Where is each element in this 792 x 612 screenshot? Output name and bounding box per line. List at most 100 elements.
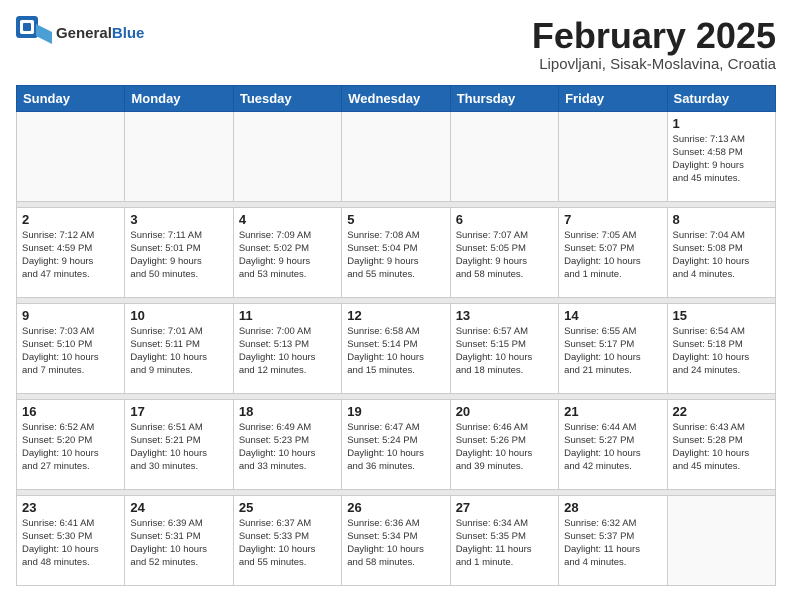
title-section: February 2025 Lipovljani, Sisak-Moslavin… <box>532 16 776 73</box>
day-number: 4 <box>239 212 336 227</box>
day-info: Sunrise: 7:01 AM Sunset: 5:11 PM Dayligh… <box>130 325 227 378</box>
day-info: Sunrise: 7:11 AM Sunset: 5:01 PM Dayligh… <box>130 229 227 282</box>
day-header-tuesday: Tuesday <box>233 85 341 111</box>
calendar-day-cell: 17 Sunrise: 6:51 AM Sunset: 5:21 PM Dayli… <box>125 399 233 489</box>
day-info: Sunrise: 6:58 AM Sunset: 5:14 PM Dayligh… <box>347 325 444 378</box>
day-header-thursday: Thursday <box>450 85 558 111</box>
day-header-wednesday: Wednesday <box>342 85 450 111</box>
day-number: 18 <box>239 404 336 419</box>
calendar-day-cell: 18 Sunrise: 6:49 AM Sunset: 5:23 PM Dayli… <box>233 399 341 489</box>
day-number: 20 <box>456 404 553 419</box>
day-header-sunday: Sunday <box>17 85 125 111</box>
calendar-day-cell: 19 Sunrise: 6:47 AM Sunset: 5:24 PM Dayli… <box>342 399 450 489</box>
calendar-week-row: 1Sunrise: 7:13 AM Sunset: 4:58 PM Daylig… <box>17 111 776 201</box>
logo: GeneralBlue <box>16 16 144 52</box>
day-number: 24 <box>130 500 227 515</box>
day-info: Sunrise: 6:32 AM Sunset: 5:37 PM Dayligh… <box>564 517 661 570</box>
calendar-header-row: SundayMondayTuesdayWednesdayThursdayFrid… <box>17 85 776 111</box>
calendar-day-cell: 4 Sunrise: 7:09 AM Sunset: 5:02 PM Daylig… <box>233 207 341 297</box>
calendar-day-cell: 1Sunrise: 7:13 AM Sunset: 4:58 PM Daylig… <box>667 111 775 201</box>
day-info: Sunrise: 7:08 AM Sunset: 5:04 PM Dayligh… <box>347 229 444 282</box>
logo-general: General <box>56 25 112 42</box>
calendar-table: SundayMondayTuesdayWednesdayThursdayFrid… <box>16 85 776 586</box>
day-info: Sunrise: 7:04 AM Sunset: 5:08 PM Dayligh… <box>673 229 770 282</box>
calendar-day-cell: 6 Sunrise: 7:07 AM Sunset: 5:05 PM Daylig… <box>450 207 558 297</box>
day-number: 15 <box>673 308 770 323</box>
day-number: 3 <box>130 212 227 227</box>
day-number: 6 <box>456 212 553 227</box>
calendar-subtitle: Lipovljani, Sisak-Moslavina, Croatia <box>532 56 776 73</box>
day-number: 9 <box>22 308 119 323</box>
calendar-day-cell <box>233 111 341 201</box>
day-info: Sunrise: 6:52 AM Sunset: 5:20 PM Dayligh… <box>22 421 119 474</box>
calendar-day-cell: 13 Sunrise: 6:57 AM Sunset: 5:15 PM Dayli… <box>450 303 558 393</box>
day-number: 28 <box>564 500 661 515</box>
logo-blue: Blue <box>112 25 145 42</box>
day-info: Sunrise: 7:03 AM Sunset: 5:10 PM Dayligh… <box>22 325 119 378</box>
day-number: 8 <box>673 212 770 227</box>
day-number: 17 <box>130 404 227 419</box>
calendar-title: February 2025 <box>532 16 776 56</box>
calendar-day-cell: 25 Sunrise: 6:37 AM Sunset: 5:33 PM Dayli… <box>233 495 341 585</box>
calendar-day-cell: 14 Sunrise: 6:55 AM Sunset: 5:17 PM Dayli… <box>559 303 667 393</box>
calendar-day-cell <box>450 111 558 201</box>
calendar-day-cell: 22 Sunrise: 6:43 AM Sunset: 5:28 PM Dayli… <box>667 399 775 489</box>
calendar-day-cell: 28 Sunrise: 6:32 AM Sunset: 5:37 PM Dayli… <box>559 495 667 585</box>
calendar-day-cell: 20Sunrise: 6:46 AM Sunset: 5:26 PM Dayli… <box>450 399 558 489</box>
day-info: Sunrise: 6:47 AM Sunset: 5:24 PM Dayligh… <box>347 421 444 474</box>
day-number: 23 <box>22 500 119 515</box>
calendar-day-cell: 27 Sunrise: 6:34 AM Sunset: 5:35 PM Dayli… <box>450 495 558 585</box>
day-info: Sunrise: 7:09 AM Sunset: 5:02 PM Dayligh… <box>239 229 336 282</box>
calendar-day-cell: 8 Sunrise: 7:04 AM Sunset: 5:08 PM Daylig… <box>667 207 775 297</box>
calendar-day-cell <box>559 111 667 201</box>
page-header: GeneralBlue February 2025 Lipovljani, Si… <box>16 16 776 73</box>
day-info: Sunrise: 6:37 AM Sunset: 5:33 PM Dayligh… <box>239 517 336 570</box>
calendar-day-cell: 16 Sunrise: 6:52 AM Sunset: 5:20 PM Dayli… <box>17 399 125 489</box>
day-number: 16 <box>22 404 119 419</box>
calendar-day-cell: 24Sunrise: 6:39 AM Sunset: 5:31 PM Dayli… <box>125 495 233 585</box>
calendar-day-cell: 2Sunrise: 7:12 AM Sunset: 4:59 PM Daylig… <box>17 207 125 297</box>
calendar-day-cell: 5 Sunrise: 7:08 AM Sunset: 5:04 PM Daylig… <box>342 207 450 297</box>
day-info: Sunrise: 7:05 AM Sunset: 5:07 PM Dayligh… <box>564 229 661 282</box>
day-number: 27 <box>456 500 553 515</box>
calendar-day-cell: 11Sunrise: 7:00 AM Sunset: 5:13 PM Dayli… <box>233 303 341 393</box>
calendar-day-cell: 12Sunrise: 6:58 AM Sunset: 5:14 PM Dayli… <box>342 303 450 393</box>
calendar-day-cell: 7 Sunrise: 7:05 AM Sunset: 5:07 PM Daylig… <box>559 207 667 297</box>
day-number: 25 <box>239 500 336 515</box>
day-info: Sunrise: 6:49 AM Sunset: 5:23 PM Dayligh… <box>239 421 336 474</box>
day-info: Sunrise: 6:36 AM Sunset: 5:34 PM Dayligh… <box>347 517 444 570</box>
day-info: Sunrise: 6:51 AM Sunset: 5:21 PM Dayligh… <box>130 421 227 474</box>
day-info: Sunrise: 6:44 AM Sunset: 5:27 PM Dayligh… <box>564 421 661 474</box>
day-info: Sunrise: 6:34 AM Sunset: 5:35 PM Dayligh… <box>456 517 553 570</box>
logo-icon <box>16 16 52 52</box>
calendar-week-row: 2Sunrise: 7:12 AM Sunset: 4:59 PM Daylig… <box>17 207 776 297</box>
calendar-day-cell <box>17 111 125 201</box>
day-number: 7 <box>564 212 661 227</box>
day-info: Sunrise: 6:55 AM Sunset: 5:17 PM Dayligh… <box>564 325 661 378</box>
day-number: 1 <box>673 116 770 131</box>
day-number: 19 <box>347 404 444 419</box>
calendar-day-cell: 23Sunrise: 6:41 AM Sunset: 5:30 PM Dayli… <box>17 495 125 585</box>
calendar-day-cell: 3 Sunrise: 7:11 AM Sunset: 5:01 PM Daylig… <box>125 207 233 297</box>
calendar-day-cell: 26 Sunrise: 6:36 AM Sunset: 5:34 PM Dayli… <box>342 495 450 585</box>
day-number: 26 <box>347 500 444 515</box>
calendar-day-cell: 10 Sunrise: 7:01 AM Sunset: 5:11 PM Dayli… <box>125 303 233 393</box>
calendar-day-cell: 15 Sunrise: 6:54 AM Sunset: 5:18 PM Dayli… <box>667 303 775 393</box>
day-info: Sunrise: 6:57 AM Sunset: 5:15 PM Dayligh… <box>456 325 553 378</box>
day-header-saturday: Saturday <box>667 85 775 111</box>
day-number: 10 <box>130 308 227 323</box>
day-number: 21 <box>564 404 661 419</box>
day-number: 14 <box>564 308 661 323</box>
day-info: Sunrise: 6:54 AM Sunset: 5:18 PM Dayligh… <box>673 325 770 378</box>
day-number: 11 <box>239 308 336 323</box>
day-info: Sunrise: 7:07 AM Sunset: 5:05 PM Dayligh… <box>456 229 553 282</box>
day-info: Sunrise: 6:43 AM Sunset: 5:28 PM Dayligh… <box>673 421 770 474</box>
day-header-monday: Monday <box>125 85 233 111</box>
calendar-day-cell <box>125 111 233 201</box>
day-header-friday: Friday <box>559 85 667 111</box>
calendar-day-cell: 9 Sunrise: 7:03 AM Sunset: 5:10 PM Daylig… <box>17 303 125 393</box>
calendar-week-row: 9 Sunrise: 7:03 AM Sunset: 5:10 PM Daylig… <box>17 303 776 393</box>
day-number: 13 <box>456 308 553 323</box>
day-number: 22 <box>673 404 770 419</box>
day-number: 5 <box>347 212 444 227</box>
